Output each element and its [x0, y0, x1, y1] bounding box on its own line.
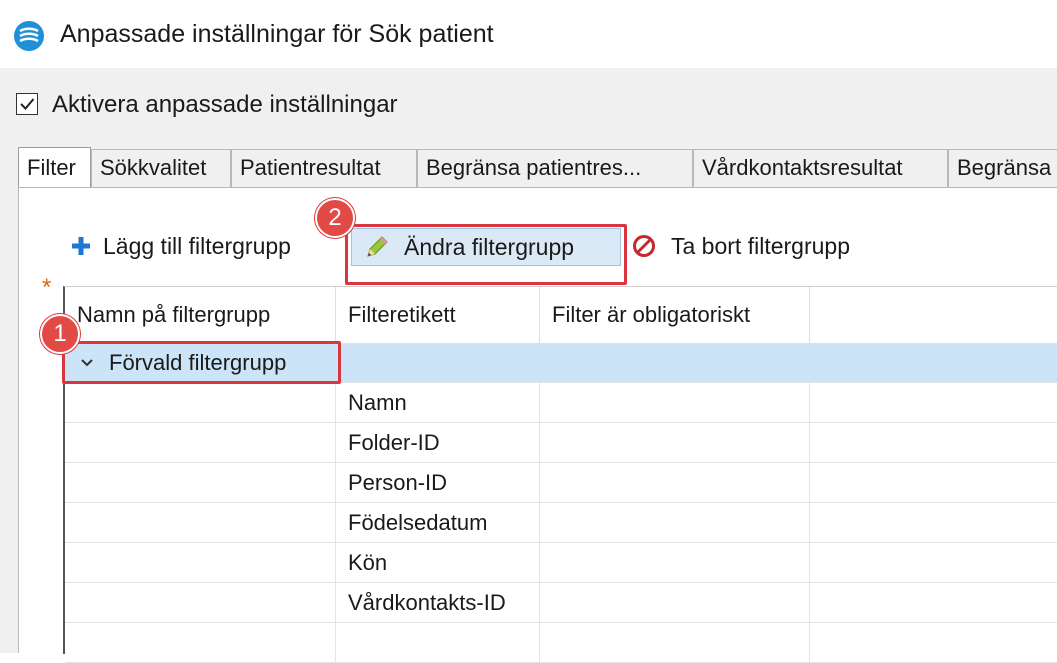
cell-filteretikett: Person-ID [336, 463, 540, 503]
step-2-badge: 2 [315, 198, 355, 238]
column-header-namn[interactable]: Namn på filtergrupp [65, 287, 336, 343]
add-filter-group-button[interactable]: Lägg till filtergrupp [71, 226, 341, 266]
cell-group [65, 583, 336, 623]
table-row[interactable]: Person-ID [65, 463, 1057, 503]
cell-empty [810, 623, 1057, 663]
table-row[interactable]: Kön [65, 543, 1057, 583]
tab-vardkontaktsresultat[interactable]: Vårdkontaktsresultat [693, 149, 948, 187]
add-filter-group-label: Lägg till filtergrupp [103, 233, 291, 259]
cell-group [65, 623, 336, 663]
tab-begransa[interactable]: Begränsa [948, 149, 1057, 187]
cell-filteretikett [336, 623, 540, 663]
cell-obligatoriskt[interactable] [540, 383, 810, 423]
cell-empty [810, 463, 1057, 503]
delete-filter-group-label: Ta bort filtergrupp [671, 233, 850, 259]
custom-settings-checkbox[interactable] [16, 93, 38, 115]
cell-obligatoriskt[interactable] [540, 503, 810, 543]
tab-begransa-patientresultat[interactable]: Begränsa patientres... [417, 149, 693, 187]
column-header-obligatoriskt[interactable]: Filter är obligatoriskt [540, 287, 810, 343]
window-titlebar: Anpassade inställningar för Sök patient [0, 0, 1057, 68]
required-marker: * [42, 274, 52, 301]
cell-filteretikett: Födelsedatum [336, 503, 540, 543]
cell-filteretikett: Folder-ID [336, 423, 540, 463]
cell-group [65, 543, 336, 583]
column-header-filteretikett[interactable]: Filteretikett [336, 287, 540, 343]
table-row[interactable] [65, 623, 1057, 663]
cell-group [65, 423, 336, 463]
highlight-box-group [62, 341, 341, 384]
settings-tabs: Filter Sökkvalitet Patientresultat Begrä… [18, 147, 1057, 187]
tab-sokkvalitet[interactable]: Sökkvalitet [91, 149, 231, 187]
cell-obligatoriskt[interactable] [540, 583, 810, 623]
cell-filteretikett: Vårdkontakts-ID [336, 583, 540, 623]
dialog-content: Aktivera anpassade inställningar Filter … [0, 68, 1057, 663]
no-entry-icon [633, 235, 655, 257]
cell-empty [810, 503, 1057, 543]
table-row[interactable]: Namn [65, 383, 1057, 423]
delete-filter-group-button[interactable]: Ta bort filtergrupp [633, 226, 893, 266]
highlight-box-edit [345, 224, 627, 285]
plus-icon [72, 237, 90, 255]
cell-empty [810, 543, 1057, 583]
cell-obligatoriskt[interactable] [540, 623, 810, 663]
tab-filter[interactable]: Filter [18, 147, 91, 187]
checkmark-icon [20, 98, 35, 110]
table-row[interactable]: Folder-ID [65, 423, 1057, 463]
cell-empty [810, 383, 1057, 423]
cell-filteretikett: Kön [336, 543, 540, 583]
cell-obligatoriskt[interactable] [540, 423, 810, 463]
step-1-badge: 1 [40, 314, 80, 354]
custom-settings-label: Aktivera anpassade inställningar [52, 91, 398, 118]
cell-obligatoriskt[interactable] [540, 543, 810, 583]
cell-group [65, 463, 336, 503]
app-logo-icon [14, 21, 44, 51]
column-header-empty [810, 287, 1057, 343]
cell-empty [810, 583, 1057, 623]
cell-obligatoriskt[interactable] [540, 463, 810, 503]
cell-filteretikett: Namn [336, 383, 540, 423]
cell-group [65, 383, 336, 423]
cell-empty [810, 423, 1057, 463]
cell-group [65, 503, 336, 543]
table-row[interactable]: Födelsedatum [65, 503, 1057, 543]
window-title: Anpassade inställningar för Sök patient [60, 20, 494, 48]
grid-header: Namn på filtergrupp Filteretikett Filter… [65, 287, 1057, 344]
table-row[interactable]: Vårdkontakts-ID [65, 583, 1057, 623]
tab-patientresultat[interactable]: Patientresultat [231, 149, 417, 187]
